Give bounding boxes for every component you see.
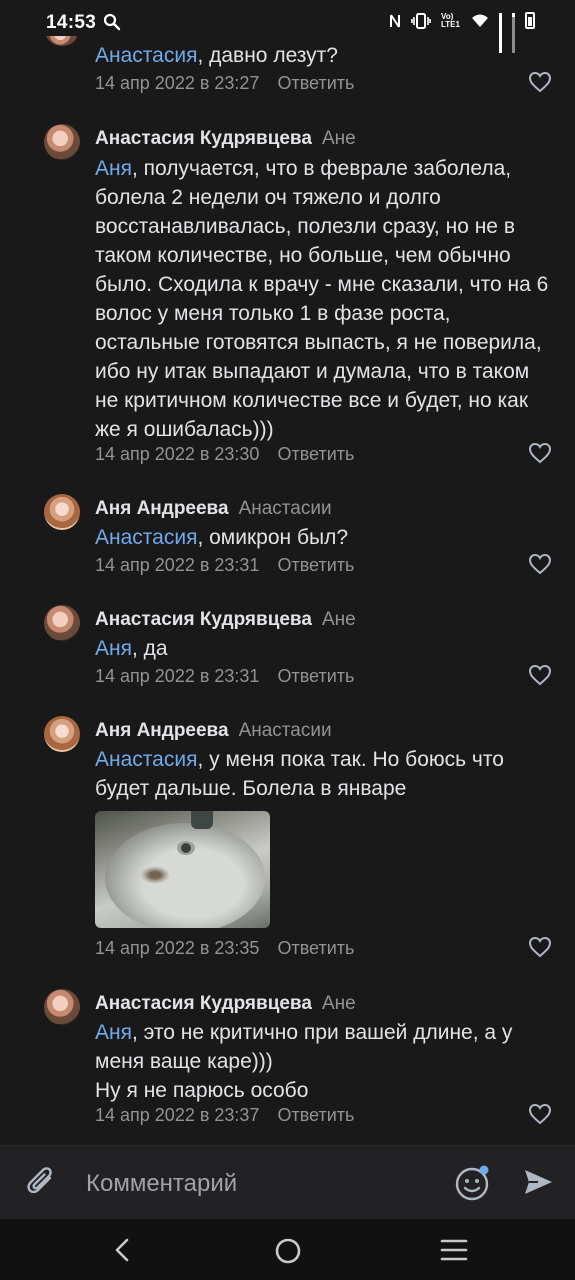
mention-link[interactable]: Аня bbox=[95, 157, 132, 180]
reply-button[interactable]: Ответить bbox=[277, 444, 354, 464]
avatar[interactable] bbox=[44, 494, 80, 530]
comment-header: Анастасия Кудрявцева Ане bbox=[95, 609, 356, 631]
send-icon[interactable] bbox=[522, 1166, 554, 1198]
reply-to-name[interactable]: Анастасии bbox=[239, 498, 332, 519]
comment-header: Аня Андреева Анастасии bbox=[95, 720, 332, 742]
reply-to-name[interactable]: Ане bbox=[322, 993, 356, 1014]
comment-date: 14 апр 2022 в 23:31 bbox=[95, 555, 260, 575]
avatar[interactable] bbox=[44, 716, 80, 752]
back-icon[interactable] bbox=[110, 1237, 134, 1263]
mention-link[interactable]: Анастасия bbox=[95, 748, 197, 771]
comment-text: Аня, да bbox=[95, 637, 168, 660]
mention-link[interactable]: Анастасия bbox=[95, 526, 197, 549]
like-icon[interactable] bbox=[528, 553, 552, 575]
nfc-icon bbox=[390, 13, 400, 28]
comment-date: 14 апр 2022 в 23:27 bbox=[95, 73, 260, 93]
comment-date: 14 апр 2022 в 23:31 bbox=[95, 666, 260, 686]
status-time: 14:53 bbox=[46, 12, 97, 33]
comment-date: 14 апр 2022 в 23:37 bbox=[95, 1105, 260, 1125]
mention-link[interactable]: Аня bbox=[95, 1021, 132, 1044]
comment-header: Аня Андреева Анастасии bbox=[95, 498, 332, 520]
comment-composer bbox=[0, 1145, 575, 1220]
reply-button[interactable]: Ответить bbox=[277, 73, 354, 93]
author-name[interactable]: Аня Андреева bbox=[95, 498, 229, 519]
author-name[interactable]: Анастасия Кудрявцева bbox=[95, 609, 312, 630]
attached-photo[interactable] bbox=[95, 811, 270, 928]
comment-header: Анастасия Кудрявцева Ане bbox=[95, 993, 356, 1015]
like-icon[interactable] bbox=[528, 936, 552, 958]
mention-link[interactable]: Анастасия bbox=[95, 44, 197, 67]
author-name[interactable]: Анастасия Кудрявцева bbox=[95, 993, 312, 1014]
recents-icon[interactable] bbox=[440, 1237, 468, 1263]
reply-button[interactable]: Ответить bbox=[277, 1105, 354, 1125]
comment-text: Анастасия, давно лезут? bbox=[95, 44, 338, 67]
volte-icon: Vo) LTE1 bbox=[441, 11, 460, 29]
like-icon[interactable] bbox=[528, 71, 552, 93]
battery-icon bbox=[525, 12, 535, 29]
like-icon[interactable] bbox=[528, 1103, 552, 1125]
comment-header: Анастасия Кудрявцева Ане bbox=[95, 128, 356, 150]
reply-button[interactable]: Ответить bbox=[277, 938, 354, 958]
reply-to-name[interactable]: Ане bbox=[322, 609, 356, 630]
comment-meta: 14 апр 2022 в 23:30 Ответить bbox=[95, 444, 354, 465]
avatar[interactable] bbox=[44, 124, 80, 160]
mention-link[interactable]: Аня bbox=[95, 637, 132, 660]
like-icon[interactable] bbox=[528, 664, 552, 686]
like-icon[interactable] bbox=[528, 442, 552, 464]
comment-text: Анастасия, омикрон был? bbox=[95, 526, 349, 549]
system-navigation-bar bbox=[0, 1219, 575, 1280]
comment-text-line: Ну я не парюсь особо bbox=[95, 1079, 309, 1102]
comments-feed[interactable]: Анастасия, давно лезут? 14 апр 2022 в 23… bbox=[0, 0, 575, 1145]
signal-icon bbox=[512, 12, 515, 53]
status-bar: 14:53 Vo) LTE1 bbox=[0, 0, 575, 53]
comment-text: Анастасия, у меня пока так. Но боюсь что… bbox=[95, 748, 504, 800]
comment-meta: 14 апр 2022 в 23:37 Ответить bbox=[95, 1105, 354, 1126]
comment-date: 14 апр 2022 в 23:35 bbox=[95, 938, 260, 958]
search-icon bbox=[103, 13, 121, 31]
signal-icon bbox=[499, 12, 502, 53]
reply-to-name[interactable]: Анастасии bbox=[239, 720, 332, 741]
comment-text: Аня, это не критично при вашей длине, а … bbox=[95, 1021, 513, 1102]
reply-button[interactable]: Ответить bbox=[277, 555, 354, 575]
author-name[interactable]: Анастасия Кудрявцева bbox=[95, 128, 312, 149]
attach-icon[interactable] bbox=[26, 1166, 58, 1200]
home-icon[interactable] bbox=[274, 1237, 302, 1265]
avatar[interactable] bbox=[44, 605, 80, 641]
comment-input[interactable] bbox=[84, 1166, 428, 1202]
author-name[interactable]: Аня Андреева bbox=[95, 720, 229, 741]
reply-button[interactable]: Ответить bbox=[277, 666, 354, 686]
wifi-icon bbox=[472, 14, 488, 27]
emoji-icon[interactable] bbox=[455, 1165, 491, 1201]
avatar[interactable] bbox=[44, 989, 80, 1025]
comment-text: Аня, получается, что в феврале заболела,… bbox=[95, 157, 549, 441]
status-icons: Vo) LTE1 bbox=[389, 11, 535, 53]
vibrate-icon bbox=[411, 12, 431, 29]
comment-meta: 14 апр 2022 в 23:31 Ответить bbox=[95, 666, 354, 687]
comment-meta: 14 апр 2022 в 23:31 Ответить bbox=[95, 555, 354, 576]
reply-to-name[interactable]: Ане bbox=[322, 128, 356, 149]
comment-meta: 14 апр 2022 в 23:27 Ответить bbox=[95, 73, 354, 94]
comment-meta: 14 апр 2022 в 23:35 Ответить bbox=[95, 938, 354, 959]
comment-date: 14 апр 2022 в 23:30 bbox=[95, 444, 260, 464]
